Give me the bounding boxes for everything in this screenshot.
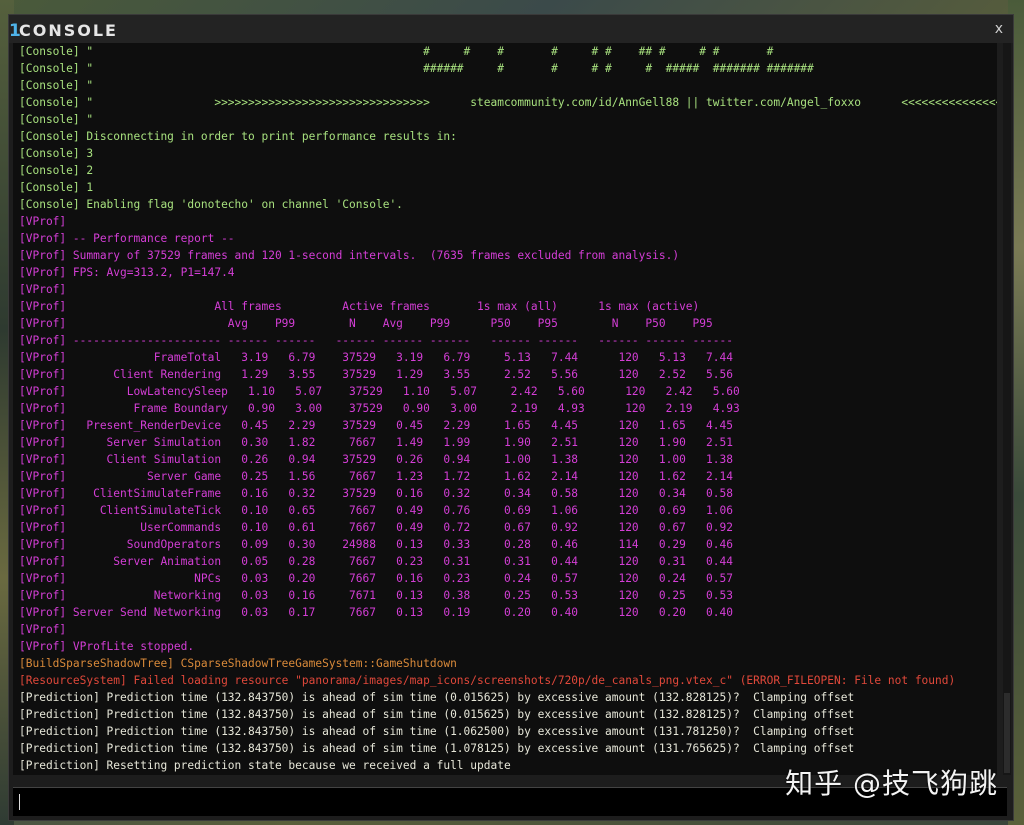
- log-line: [VProf] Client Simulation 0.26 0.94 3752…: [19, 453, 733, 466]
- log-line: [VProf] SoundOperators 0.09 0.30 24988 0…: [19, 538, 733, 551]
- watermark: 知乎 @技飞狗跳: [785, 767, 998, 800]
- log-line: [VProf]: [19, 215, 67, 228]
- log-line: [Prediction] Resetting prediction state …: [19, 759, 511, 772]
- log-line: [Console] 2: [19, 164, 94, 177]
- log-line: [Prediction] Prediction time (132.843750…: [19, 725, 855, 738]
- log-line: [VProf] ClientSimulateTick 0.10 0.65 766…: [19, 504, 733, 517]
- log-line: [VProf] UserCommands 0.10 0.61 7667 0.49…: [19, 521, 733, 534]
- log-line: [Console] " ###### # # # # # ##### #####…: [19, 62, 814, 75]
- log-line: [ResourceSystem] Failed loading resource…: [19, 674, 956, 687]
- log-line: [VProf] Avg P99 N Avg P99 P50 P95 N P50 …: [19, 317, 713, 330]
- log-line: [VProf] All frames Active frames 1s max …: [19, 300, 700, 313]
- log-line: [VProf] -- Performance report --: [19, 232, 235, 245]
- log-line: [VProf] Networking 0.03 0.16 7671 0.13 0…: [19, 589, 733, 602]
- log-scrollbar[interactable]: [1003, 43, 1011, 775]
- log-line: [Console] Disconnecting in order to prin…: [19, 130, 457, 143]
- log-line: [Prediction] Prediction time (132.843750…: [19, 708, 855, 721]
- log-line: [Console] ": [19, 113, 94, 126]
- log-line: [VProf] LowLatencySleep 1.10 5.07 37529 …: [19, 385, 740, 398]
- log-line: [VProf] ---------------------- ------ --…: [19, 334, 733, 347]
- log-line: [VProf] Client Rendering 1.29 3.55 37529…: [19, 368, 733, 381]
- log-line: [VProf] NPCs 0.03 0.20 7667 0.16 0.23 0.…: [19, 572, 733, 585]
- close-button[interactable]: x: [995, 21, 1003, 37]
- log-line: [VProf] Server Send Networking 0.03 0.17…: [19, 606, 733, 619]
- input-caret: [19, 794, 20, 810]
- console-window: 1 CONSOLE x [Console] " # # # # # # ## #…: [8, 14, 1014, 821]
- log-line: [VProf] Frame Boundary 0.90 3.00 37529 0…: [19, 402, 740, 415]
- log-line: [Console] 3: [19, 147, 94, 160]
- log-line: [Console] " # # # # # # ## # # # #: [19, 45, 774, 58]
- log-line: [VProf] Server Game 0.25 1.56 7667 1.23 …: [19, 470, 733, 483]
- console-log: [Console] " # # # # # # ## # # # # [Conso…: [13, 43, 997, 775]
- log-line: [Console] ": [19, 79, 94, 92]
- log-line: [Console] Enabling flag 'donotecho' on c…: [19, 198, 403, 211]
- log-line: [VProf] VProfLite stopped.: [19, 640, 195, 653]
- log-line: [Console] 1: [19, 181, 94, 194]
- log-line: [Prediction] Prediction time (132.843750…: [19, 691, 855, 704]
- scrollbar-thumb[interactable]: [1004, 693, 1010, 773]
- log-line: [VProf] Server Animation 0.05 0.28 7667 …: [19, 555, 733, 568]
- log-line: [Prediction] Prediction time (132.843750…: [19, 742, 855, 755]
- title-bar: 1 CONSOLE x: [9, 15, 1013, 43]
- log-line: [VProf] FrameTotal 3.19 6.79 37529 3.19 …: [19, 351, 733, 364]
- log-line: [BuildSparseShadowTree] CSparseShadowTre…: [19, 657, 457, 670]
- log-line: [Console] " >>>>>>>>>>>>>>>>>>>>>>>>>>>>…: [19, 96, 997, 109]
- log-line: [VProf] Server Simulation 0.30 1.82 7667…: [19, 436, 733, 449]
- log-line: [VProf] Summary of 37529 frames and 120 …: [19, 249, 680, 262]
- log-line: [VProf] FPS: Avg=313.2, P1=147.4: [19, 266, 235, 279]
- log-line: [VProf]: [19, 623, 67, 636]
- log-line: [VProf] Present_RenderDevice 0.45 2.29 3…: [19, 419, 733, 432]
- log-line: [VProf] ClientSimulateFrame 0.16 0.32 37…: [19, 487, 733, 500]
- window-title: CONSOLE: [19, 21, 118, 40]
- log-line: [VProf]: [19, 283, 67, 296]
